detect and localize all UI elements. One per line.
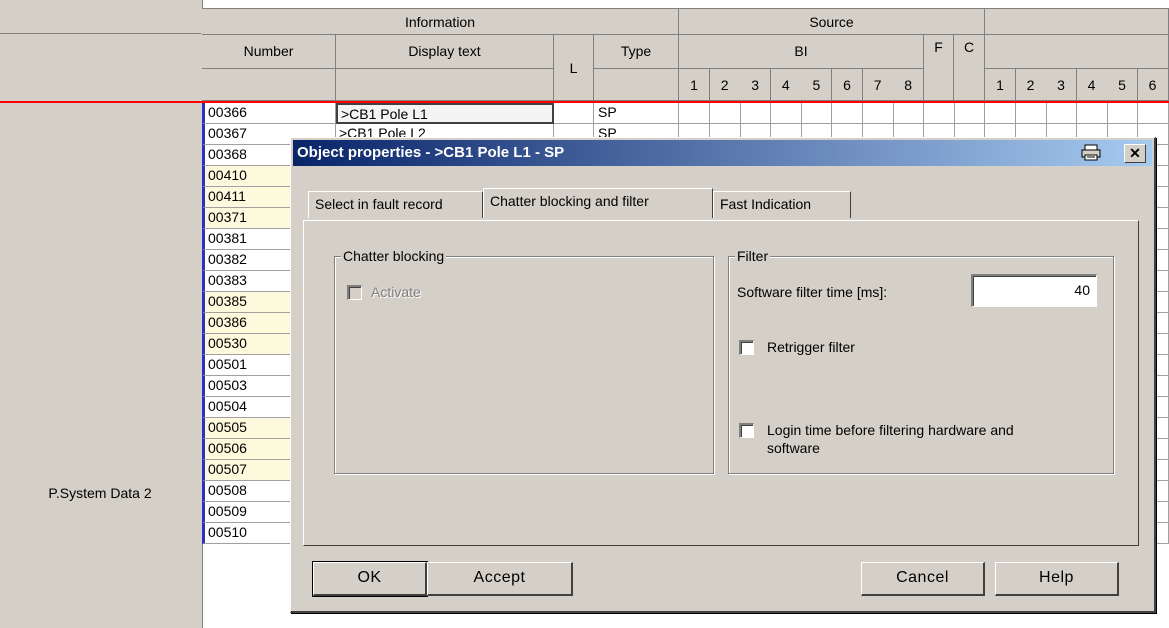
matrix-cell[interactable] [1138, 103, 1169, 124]
close-icon[interactable]: ✕ [1124, 144, 1146, 163]
chatter-blocking-title: Chatter blocking [341, 247, 447, 265]
bi-col-header: 4 [770, 69, 802, 101]
dest-col-header: 2 [1015, 69, 1047, 101]
close-icon-glyph: ✕ [1129, 145, 1141, 161]
row-matrix-cells [679, 103, 1169, 124]
help-button[interactable]: Help [995, 562, 1119, 596]
matrix-cell[interactable] [709, 103, 741, 124]
retrigger-filter-label: Retrigger filter [767, 339, 855, 355]
bi-col-header: 1 [679, 69, 710, 101]
activate-checkbox[interactable] [347, 285, 362, 300]
matrix-cell[interactable] [1107, 103, 1139, 124]
bi-col-header: 6 [832, 69, 863, 101]
matrix-cell[interactable] [1046, 103, 1078, 124]
matrix-cell[interactable] [954, 103, 986, 124]
header-f: F [924, 35, 954, 101]
row-number[interactable]: 00366 [202, 103, 336, 124]
matrix-cell[interactable] [1015, 103, 1047, 124]
filter-group: Filter Software filter time [ms]: 40 Ret… [728, 247, 1114, 474]
matrix-cell[interactable] [893, 103, 925, 124]
matrix-cell[interactable] [679, 103, 710, 124]
dialog-titlebar[interactable]: Object properties - >CB1 Pole L1 - SP ✕ [293, 140, 1152, 166]
login-time-label-line2: software [767, 440, 820, 456]
header-bi-label: BI [794, 43, 808, 59]
printer-icon[interactable] [1080, 144, 1102, 163]
ok-button-label: OK [357, 569, 382, 586]
bi-col-header: 8 [893, 69, 925, 101]
table-row[interactable]: 00366 >CB1 Pole L1 SP [202, 103, 1169, 124]
header-destination [985, 8, 1169, 35]
group-column: P.System Data 2 [0, 0, 203, 628]
bi-col-header: 5 [801, 69, 833, 101]
tab-select-in-fault-record[interactable]: Select in fault record [308, 191, 483, 218]
header-c: C [954, 35, 985, 101]
row-l-cell[interactable] [554, 103, 594, 124]
printer-icon-glyph [1081, 144, 1101, 161]
header-display-sub [336, 69, 554, 101]
login-time-checkbox[interactable] [739, 423, 754, 438]
matrix-cell[interactable] [1076, 103, 1108, 124]
accept-button[interactable]: Accept [427, 562, 573, 596]
chatter-blocking-group: Chatter blocking Activate [334, 247, 714, 474]
header-number-sub [202, 69, 336, 101]
header-l-label: L [569, 60, 578, 76]
filter-time-input[interactable]: 40 [971, 274, 1097, 307]
tab-fast-indication[interactable]: Fast Indication [713, 191, 851, 218]
header-l[interactable]: L [554, 35, 594, 101]
header-c-label: C [963, 39, 975, 55]
group-label: P.System Data 2 [48, 485, 152, 501]
header-display-text-label: Display text [408, 43, 481, 59]
matrix-cell[interactable] [770, 103, 802, 124]
header-source-label: Source [809, 14, 854, 30]
header-type-label: Type [620, 43, 652, 59]
bi-col-header: 7 [862, 69, 894, 101]
header-number-label: Number [243, 43, 294, 59]
tab-label: Fast Indication [720, 196, 812, 212]
tab-label: Select in fault record [315, 196, 443, 212]
tab-chatter-blocking-and-filter[interactable]: Chatter blocking and filter [483, 188, 713, 218]
header-source: Source [679, 8, 985, 35]
filter-title: Filter [735, 247, 771, 265]
matrix-cell[interactable] [801, 103, 833, 124]
retrigger-filter-checkbox[interactable] [739, 340, 754, 355]
header-information-label: Information [404, 14, 476, 30]
row-display-text[interactable]: >CB1 Pole L1 [336, 103, 554, 124]
header-display-text[interactable]: Display text [336, 35, 554, 69]
dest-col-header: 5 [1107, 69, 1138, 101]
matrix-cell[interactable] [832, 103, 863, 124]
help-button-label: Help [1039, 569, 1074, 586]
header-number[interactable]: Number [202, 35, 336, 69]
tab-label: Chatter blocking and filter [490, 193, 649, 209]
bi-col-header: 3 [740, 69, 772, 101]
bi-col-header: 2 [709, 69, 741, 101]
activate-label: Activate [371, 284, 421, 300]
accept-button-label: Accept [473, 569, 526, 586]
header-information: Information [202, 8, 679, 35]
ok-button[interactable]: OK [312, 561, 428, 597]
dest-col-header: 1 [985, 69, 1016, 101]
header-dest-blank [985, 35, 1169, 69]
matrix-cell[interactable] [862, 103, 894, 124]
dialog-title: Object properties - >CB1 Pole L1 - SP [297, 144, 565, 161]
header-type-sub [594, 69, 679, 101]
login-time-label-line1: Login time before filtering hardware and [767, 422, 1014, 438]
cancel-button[interactable]: Cancel [861, 562, 985, 596]
dest-col-header: 4 [1076, 69, 1108, 101]
dest-col-header: 3 [1046, 69, 1077, 101]
cancel-button-label: Cancel [896, 569, 949, 586]
row-type[interactable]: SP [594, 103, 679, 124]
matrix-cell[interactable] [923, 103, 955, 124]
header-f-label: F [934, 39, 943, 55]
matrix-cell[interactable] [985, 103, 1016, 124]
tab-panel: Chatter blocking Activate Filter Softwar… [303, 220, 1139, 546]
header-bi: BI [679, 35, 924, 69]
group-header-blank [0, 0, 201, 34]
header-type[interactable]: Type [594, 35, 679, 69]
filter-time-label: Software filter time [ms]: [737, 284, 888, 300]
object-properties-dialog: Object properties - >CB1 Pole L1 - SP ✕ … [290, 137, 1156, 613]
dest-col-header: 6 [1137, 69, 1169, 101]
matrix-cell[interactable] [740, 103, 772, 124]
